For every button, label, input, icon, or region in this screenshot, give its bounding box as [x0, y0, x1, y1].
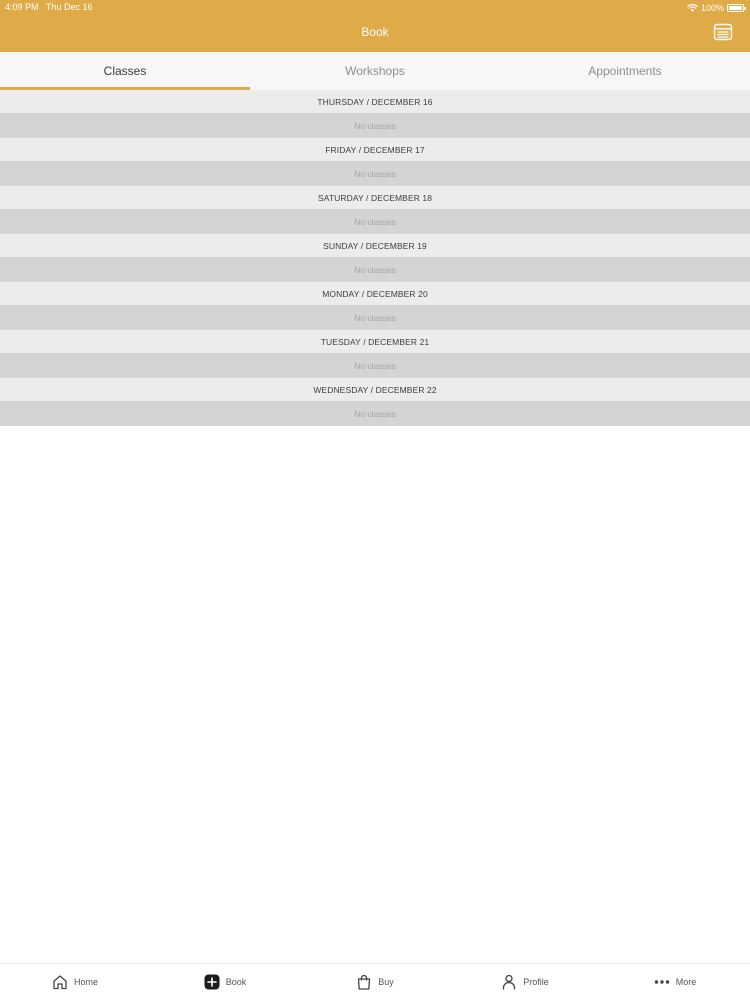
tabbar-buy-label: Buy [378, 977, 394, 987]
tabbar-more-label: More [675, 977, 697, 987]
tabbar-buy[interactable]: Buy [300, 964, 450, 1000]
ellipsis-icon [654, 980, 669, 984]
bottom-tab-bar: Home Book Buy Profile More [0, 963, 750, 1000]
calendar-icon [713, 23, 733, 41]
status-date: Thu Dec 16 [46, 2, 93, 12]
no-classes-row: No classes [0, 257, 750, 282]
no-classes-row: No classes [0, 113, 750, 138]
day-header: MONDAY / DECEMBER 20 [0, 282, 750, 305]
tabbar-profile-label: Profile [523, 977, 549, 987]
tabbar-book[interactable]: Book [150, 964, 300, 1000]
tab-workshops[interactable]: Workshops [250, 52, 500, 90]
battery-level [729, 6, 742, 10]
tab-appointments[interactable]: Appointments [500, 52, 750, 90]
home-icon [53, 975, 67, 990]
no-classes-row: No classes [0, 353, 750, 378]
tabbar-home-label: Home [73, 977, 98, 987]
no-classes-row: No classes [0, 401, 750, 426]
status-time: 4:09 PM [5, 2, 39, 12]
no-classes-row: No classes [0, 305, 750, 330]
day-header: SATURDAY / DECEMBER 18 [0, 186, 750, 209]
top-header: 4:09 PM Thu Dec 16 100% Book [0, 0, 750, 52]
day-header: SUNDAY / DECEMBER 19 [0, 234, 750, 257]
tabbar-profile[interactable]: Profile [450, 964, 600, 1000]
day-header: WEDNESDAY / DECEMBER 22 [0, 378, 750, 401]
tab-classes[interactable]: Classes [0, 52, 250, 90]
app-root: 4:09 PM Thu Dec 16 100% Book Classes Wor… [0, 0, 750, 1000]
shopping-bag-icon [358, 974, 371, 990]
day-header: THURSDAY / DECEMBER 16 [0, 90, 750, 113]
battery-percent: 100% [700, 3, 724, 13]
schedule-list: THURSDAY / DECEMBER 16 No classes FRIDAY… [0, 90, 750, 426]
no-classes-row: No classes [0, 161, 750, 186]
day-header: FRIDAY / DECEMBER 17 [0, 138, 750, 161]
status-indicators: 100% [687, 2, 746, 14]
wifi-icon [687, 4, 698, 12]
tabbar-more[interactable]: More [600, 964, 750, 1000]
tabbar-home[interactable]: Home [0, 964, 150, 1000]
segment-tabs: Classes Workshops Appointments [0, 52, 750, 90]
person-icon [503, 974, 516, 990]
day-header: TUESDAY / DECEMBER 21 [0, 330, 750, 353]
calendar-button[interactable] [713, 22, 733, 42]
status-time-date: 4:09 PM Thu Dec 16 [5, 2, 93, 12]
no-classes-row: No classes [0, 209, 750, 234]
battery-icon [727, 4, 746, 12]
plus-square-icon [204, 974, 220, 990]
page-title: Book [361, 25, 389, 39]
tabbar-book-label: Book [225, 977, 247, 987]
